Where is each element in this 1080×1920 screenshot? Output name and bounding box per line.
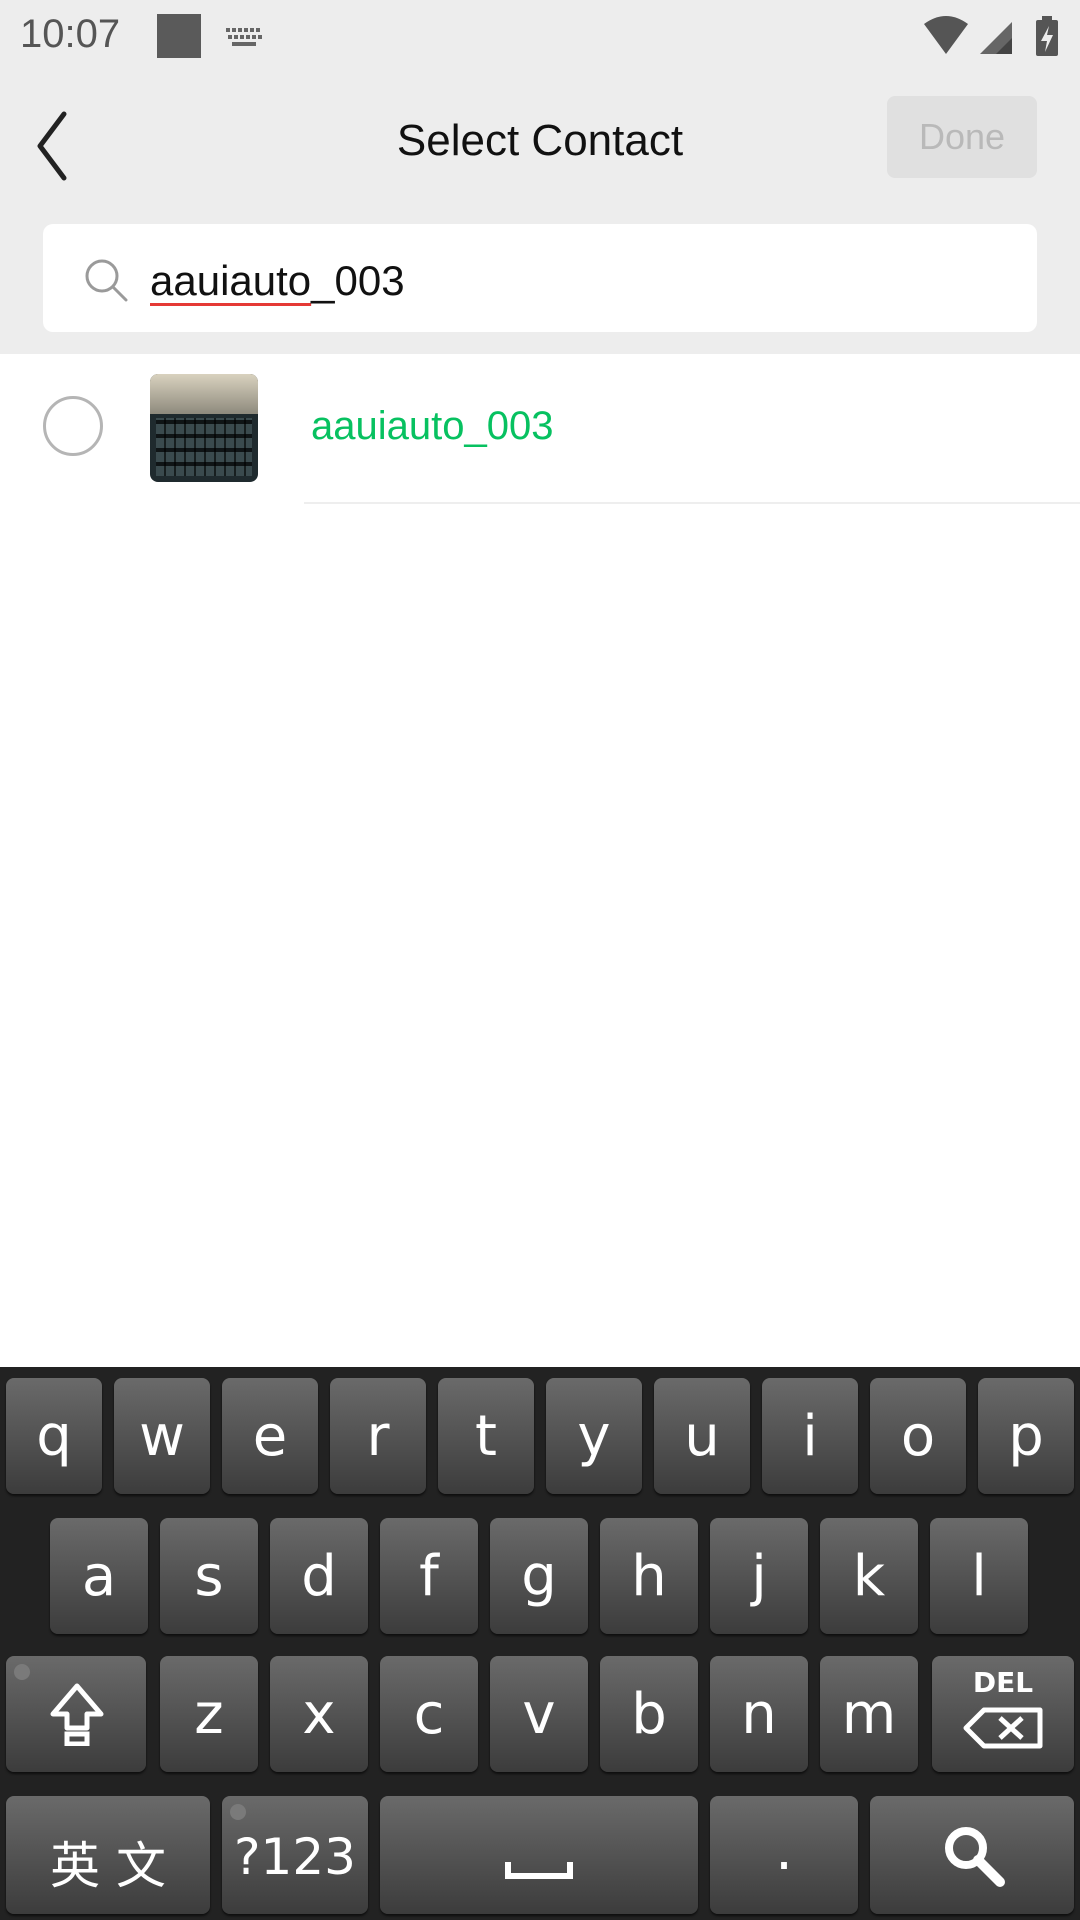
- period-key[interactable]: .: [710, 1796, 858, 1914]
- list-item[interactable]: aauiauto_003: [0, 354, 1080, 504]
- search-area: aauiauto_003: [0, 222, 1080, 354]
- key-i[interactable]: i: [762, 1378, 858, 1494]
- key-e[interactable]: e: [222, 1378, 318, 1494]
- key-h[interactable]: h: [600, 1518, 698, 1634]
- divider: [304, 502, 1080, 504]
- key-q[interactable]: q: [6, 1378, 102, 1494]
- key-d[interactable]: d: [270, 1518, 368, 1634]
- key-p[interactable]: p: [978, 1378, 1074, 1494]
- avatar: [150, 374, 258, 482]
- key-t[interactable]: t: [438, 1378, 534, 1494]
- key-o[interactable]: o: [870, 1378, 966, 1494]
- backspace-icon: [963, 1707, 1043, 1749]
- search-icon: [85, 259, 128, 302]
- key-j[interactable]: j: [710, 1518, 808, 1634]
- key-f[interactable]: f: [380, 1518, 478, 1634]
- key-u[interactable]: u: [654, 1378, 750, 1494]
- search-query: aauiauto_003: [150, 257, 405, 305]
- status-icons: [924, 14, 1064, 63]
- shift-icon: [50, 1683, 104, 1746]
- notification-icon: [157, 14, 201, 58]
- key-n[interactable]: n: [710, 1656, 808, 1772]
- space-bar-icon: [505, 1862, 573, 1879]
- search-icon: [945, 1827, 1005, 1887]
- key-s[interactable]: s: [160, 1518, 258, 1634]
- soft-keyboard: q w e r t y u i o p a s d f g h j k l z …: [0, 1367, 1080, 1920]
- key-x[interactable]: x: [270, 1656, 368, 1772]
- key-z[interactable]: z: [160, 1656, 258, 1772]
- space-key[interactable]: [380, 1796, 698, 1914]
- select-radio[interactable]: [43, 396, 103, 456]
- search-key[interactable]: [870, 1796, 1074, 1914]
- contact-name: aauiauto_003: [311, 404, 554, 448]
- wifi-icon: [924, 16, 968, 54]
- key-a[interactable]: a: [50, 1518, 148, 1634]
- status-bar: 10:07: [0, 0, 1080, 76]
- key-b[interactable]: b: [600, 1656, 698, 1772]
- key-y[interactable]: y: [546, 1378, 642, 1494]
- key-l[interactable]: l: [930, 1518, 1028, 1634]
- key-m[interactable]: m: [820, 1656, 918, 1772]
- delete-label: DEL: [972, 1666, 1034, 1699]
- key-c[interactable]: c: [380, 1656, 478, 1772]
- language-key[interactable]: 英 文: [6, 1796, 210, 1914]
- search-input[interactable]: aauiauto_003: [43, 224, 1037, 332]
- key-v[interactable]: v: [490, 1656, 588, 1772]
- done-button[interactable]: Done: [887, 96, 1037, 178]
- app-header: Select Contact Done: [0, 76, 1080, 222]
- key-w[interactable]: w: [114, 1378, 210, 1494]
- key-g[interactable]: g: [490, 1518, 588, 1634]
- status-time: 10:07: [20, 12, 121, 56]
- keyboard-icon: [226, 28, 262, 46]
- search-query-misspelled: aauiauto: [150, 257, 312, 304]
- delete-key[interactable]: DEL: [932, 1656, 1074, 1772]
- key-k[interactable]: k: [820, 1518, 918, 1634]
- symbols-key[interactable]: ?123: [222, 1796, 368, 1914]
- shift-key[interactable]: [6, 1656, 146, 1772]
- search-query-rest: _003: [311, 257, 405, 304]
- key-r[interactable]: r: [330, 1378, 426, 1494]
